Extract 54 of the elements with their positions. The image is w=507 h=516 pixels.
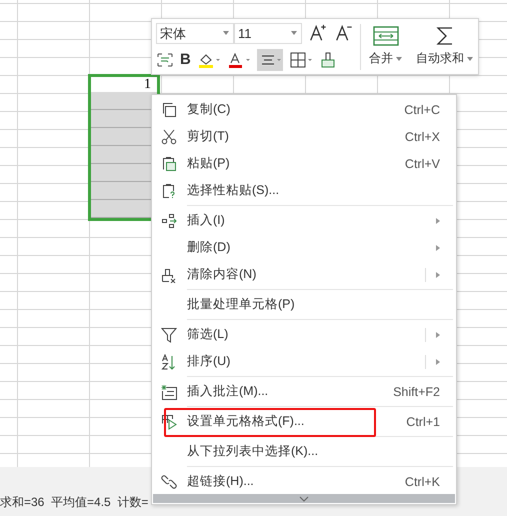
menu-item[interactable]: 排序(U) (152, 348, 456, 375)
menu-item[interactable]: 设置单元格格式(F)... Ctrl+1 (152, 408, 456, 435)
format-painter-icon[interactable] (318, 50, 337, 68)
font-size: 11 (238, 24, 252, 42)
caret-icon[interactable] (467, 56, 473, 60)
caret-icon[interactable] (291, 31, 297, 35)
menu-item[interactable]: 选择性粘贴(S)... (152, 177, 456, 204)
submenu-arrow-icon (436, 332, 440, 338)
grow-font-icon[interactable] (308, 23, 328, 43)
menu-item[interactable]: 剪切(T) Ctrl+X (152, 123, 456, 150)
caret-icon[interactable] (223, 31, 229, 35)
menu-item[interactable]: 从下拉列表中选择(K)... (152, 438, 456, 465)
submenu-arrow-icon (436, 244, 440, 250)
format-cells-icon (161, 414, 177, 430)
menu-item[interactable]: 筛选(L) (152, 321, 456, 348)
align-center-button[interactable] (256, 48, 283, 70)
paste-special-icon (161, 182, 177, 198)
comment-icon (161, 384, 177, 400)
font-name: 宋体 (160, 24, 186, 42)
link-icon (161, 474, 177, 490)
merge-button[interactable]: 合并 (369, 26, 402, 67)
menu-item[interactable]: 超链接(H)... Ctrl+K (152, 468, 456, 495)
shrink-font-icon[interactable] (334, 23, 354, 43)
submenu-arrow-icon (436, 218, 440, 224)
filter-icon (161, 326, 177, 342)
cell-value: 1 (91, 77, 157, 92)
merge-label: 合并 (369, 50, 393, 67)
submenu-arrow-icon (436, 272, 440, 278)
menu-item[interactable]: 复制(C) Ctrl+C (152, 96, 456, 123)
bold-button[interactable]: B (180, 51, 191, 68)
paste-icon (161, 156, 177, 172)
menu-item[interactable]: 清除内容(N) (152, 261, 456, 288)
submenu-arrow-icon (436, 358, 440, 364)
copy-icon (161, 102, 177, 118)
menu-item[interactable]: 删除(D) (152, 234, 456, 261)
insert-cells-icon (161, 212, 177, 228)
eraser-icon (161, 266, 177, 282)
chevron-down-icon (299, 496, 309, 502)
size-field[interactable]: 11 (234, 22, 302, 44)
menu-item[interactable]: 插入(I) (152, 207, 456, 234)
sort-icon (161, 354, 177, 370)
wrap-text-icon[interactable] (156, 50, 174, 68)
menu-item[interactable]: 批量处理单元格(P) (152, 291, 456, 318)
menu-item[interactable]: 插入批注(M)... Shift+F2 (152, 378, 456, 405)
font-color-icon[interactable] (226, 50, 251, 68)
borders-icon[interactable] (288, 50, 313, 68)
font-field[interactable]: 宋体 (156, 22, 234, 44)
menu-item[interactable]: 粘贴(P) Ctrl+V (152, 150, 456, 177)
scissors-icon (161, 128, 177, 144)
autosum-button[interactable]: 自动求和 (416, 26, 473, 67)
autosum-label: 自动求和 (416, 50, 464, 67)
caret-icon[interactable] (396, 56, 402, 60)
status-summary: 求和=36 平均值=4.5 计数= (0, 494, 148, 511)
merge-cells-icon (372, 26, 398, 46)
